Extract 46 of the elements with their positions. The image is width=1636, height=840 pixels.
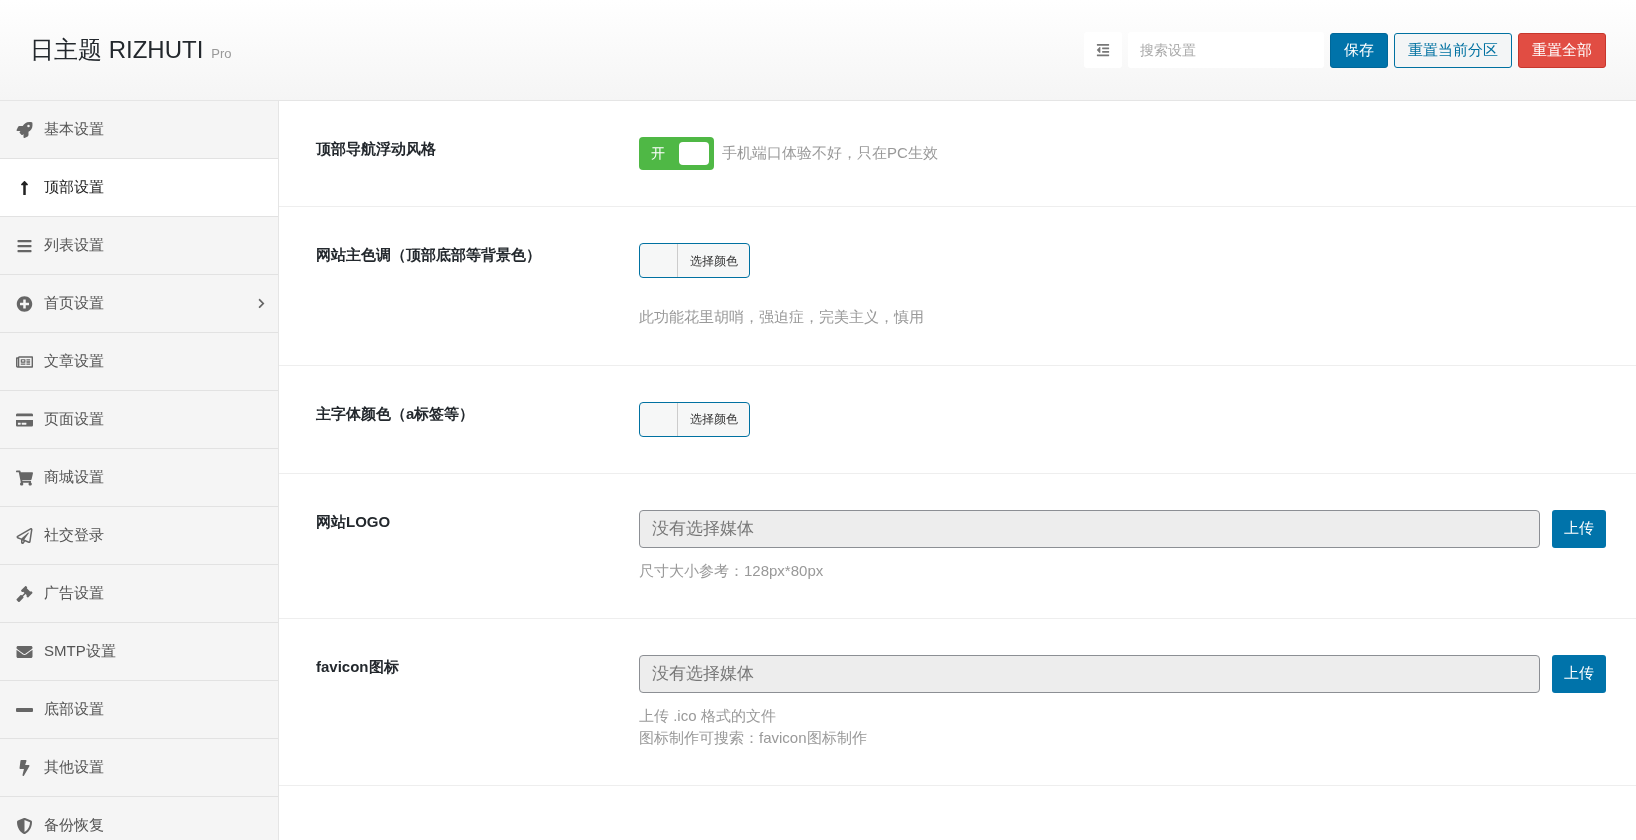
envelope-icon <box>16 643 33 660</box>
bar-icon <box>16 707 33 712</box>
color-picker-button[interactable]: 选择颜色 <box>639 243 750 278</box>
field-note: 手机端口体验不好，只在PC生效 <box>722 143 938 164</box>
header-button[interactable]: 重置当前分区 <box>1394 32 1512 68</box>
cart-icon <box>16 469 33 486</box>
field-note: 尺寸大小参考：128px*80px <box>639 560 825 581</box>
sidebar-item[interactable]: 广告设置 <box>0 565 278 623</box>
field-label: 主字体颜色（a标签等） <box>316 404 475 422</box>
upload-button[interactable]: 上传 <box>1552 509 1606 548</box>
shield-icon <box>16 817 33 834</box>
sidebar-item[interactable]: 底部设置 <box>0 681 278 739</box>
header-button[interactable]: 重置全部 <box>1518 32 1606 68</box>
sidebar-item[interactable]: 首页设置 <box>0 275 278 333</box>
field-note: 上传 .ico 格式的文件 <box>639 705 777 726</box>
field-note: 此功能花里胡哨，强迫症，完美主义，慎用 <box>639 307 925 327</box>
rocket-icon <box>16 121 33 138</box>
newspaper-icon <box>16 353 33 370</box>
field-label: 网站主色调（顶部底部等背景色） <box>316 246 541 263</box>
upload-button[interactable]: 上传 <box>1552 654 1606 693</box>
outdent-icon <box>1095 43 1111 57</box>
field-label: 网站LOGO <box>316 512 391 530</box>
sidebar-item[interactable]: 页面设置 <box>0 391 278 449</box>
field-label: 顶部导航浮动风格 <box>316 140 436 157</box>
sidebar-item[interactable]: 社交登录 <box>0 507 278 565</box>
color-picker-button[interactable]: 选择颜色 <box>639 401 750 437</box>
sidebar-item[interactable]: 文章设置 <box>0 333 278 391</box>
sidebar-item[interactable]: 其他设置 <box>0 739 278 797</box>
field-label: favicon图标 <box>316 657 399 675</box>
media-url-field[interactable]: 没有选择媒体 <box>639 654 1540 693</box>
paper-plane-icon <box>16 527 33 544</box>
sidebar-item[interactable]: 商城设置 <box>0 449 278 507</box>
card-icon <box>16 411 33 428</box>
gavel-icon <box>16 585 33 602</box>
field-note: 图标制作可搜索：favicon图标制作 <box>639 727 868 748</box>
site-title: 日主题 RIZHUTI <box>30 35 204 65</box>
media-url-field[interactable]: 没有选择媒体 <box>639 509 1540 548</box>
list-icon <box>16 237 33 254</box>
pro-label: Pro <box>211 45 232 63</box>
collapse-menu-button[interactable] <box>1084 32 1122 68</box>
header-button[interactable]: 保存 <box>1330 32 1388 68</box>
sidebar-item[interactable]: 顶部设置 <box>0 159 278 217</box>
sidebar-item[interactable]: 备份恢复 <box>0 797 278 840</box>
sidebar-item[interactable]: SMTP设置 <box>0 623 278 681</box>
search-field[interactable]: 搜索设置 <box>1128 32 1324 68</box>
sidebar-item[interactable]: 列表设置 <box>0 217 278 275</box>
